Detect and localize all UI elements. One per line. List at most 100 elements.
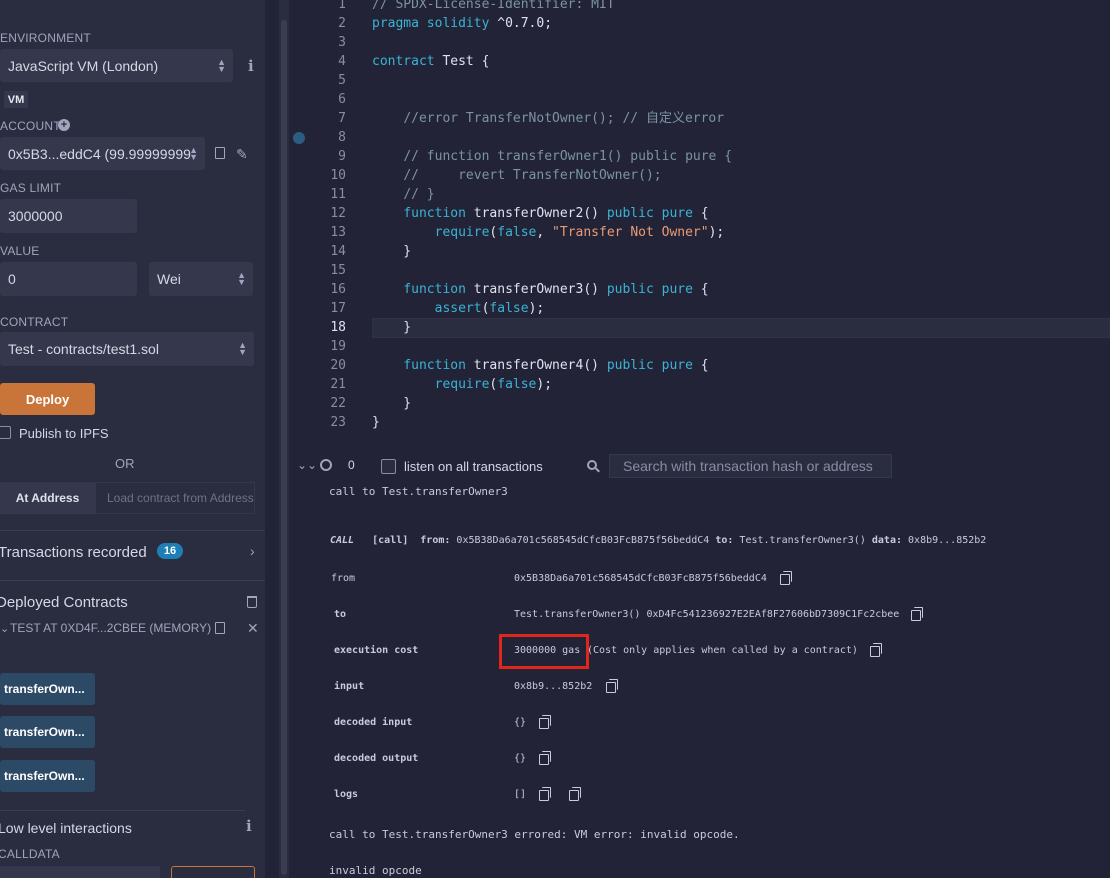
- code-line[interactable]: 18 }: [289, 318, 1110, 337]
- account-select[interactable]: 0x5B3...eddC4 (99.99999999 ▲ ▼: [0, 137, 205, 170]
- code-line[interactable]: 15: [289, 261, 1110, 280]
- trash-icon[interactable]: [247, 596, 257, 608]
- code-text: // }: [403, 187, 435, 202]
- function-button[interactable]: transferOwn...: [0, 673, 95, 705]
- code-line[interactable]: 9 // function transferOwner1() public pu…: [289, 147, 1110, 166]
- code-line[interactable]: 2 pragma solidity ^0.7.0;: [289, 14, 1110, 33]
- line-number: 23: [330, 415, 346, 430]
- deploy-button[interactable]: Deploy: [0, 383, 95, 415]
- copy-icon[interactable]: [569, 787, 581, 801]
- code-line[interactable]: 17 assert(false);: [289, 299, 1110, 318]
- close-icon[interactable]: ✕: [247, 620, 259, 636]
- value-input[interactable]: 0: [0, 262, 137, 296]
- chevron-down-icon[interactable]: ⌄: [0, 621, 9, 637]
- environment-select[interactable]: JavaScript VM (London) ▲ ▼: [0, 49, 233, 82]
- at-address-button[interactable]: At Address: [0, 482, 95, 514]
- code-line[interactable]: 21 require(false);: [289, 375, 1110, 394]
- code-text: contract Test {: [372, 54, 490, 69]
- transactions-recorded-label[interactable]: Transactions recorded: [0, 544, 147, 561]
- code-line[interactable]: 20 function transferOwner4() public pure…: [289, 356, 1110, 375]
- edit-icon[interactable]: ✎: [236, 146, 248, 162]
- line-number: 19: [330, 339, 346, 354]
- gas-limit-value: 3000000: [8, 208, 63, 224]
- tx-key: input: [334, 681, 365, 692]
- updown-icon: ▲ ▼: [238, 340, 247, 357]
- search-input[interactable]: Search with transaction hash or address: [609, 454, 892, 478]
- copy-icon[interactable]: [539, 715, 551, 729]
- code-line[interactable]: 14 }: [289, 242, 1110, 261]
- code-line[interactable]: 5: [289, 71, 1110, 90]
- tx-key: to: [334, 609, 347, 620]
- tx-value: []: [514, 789, 527, 800]
- run-panel: ENVIRONMENT JavaScript VM (London) ▲ ▼ i …: [0, 0, 265, 878]
- error-line: call to Test.transferOwner3 errored: VM …: [329, 828, 740, 841]
- code-line[interactable]: 1 // SPDX-License-Identifier: MIT: [289, 0, 1110, 14]
- code-line[interactable]: 11 // }: [289, 185, 1110, 204]
- call-to-value: Test.transferOwner3(): [739, 535, 866, 546]
- code-editor[interactable]: 1 // SPDX-License-Identifier: MIT 2 pragma …: [289, 0, 1110, 449]
- code-line[interactable]: 13 require(false, "Transfer Not Owner");: [289, 223, 1110, 242]
- line-number: 8: [338, 130, 346, 145]
- function-button[interactable]: transferOwn...: [0, 716, 95, 748]
- code-text: function transferOwner2() public pure {: [403, 206, 709, 221]
- tx-value: 0x8b9...852b2: [514, 681, 593, 692]
- divider: [0, 580, 265, 581]
- calldata-label: CALLDATA: [0, 847, 60, 861]
- line-number: 18: [330, 320, 346, 335]
- chevron-right-icon[interactable]: ›: [250, 543, 255, 559]
- tx-value: {}: [514, 753, 527, 764]
- add-account-icon[interactable]: +: [58, 119, 70, 131]
- code-line[interactable]: 23}: [289, 413, 1110, 432]
- listen-label: listen on all transactions: [404, 459, 543, 474]
- contract-select[interactable]: Test - contracts/test1.sol ▲ ▼: [0, 332, 254, 366]
- code-line[interactable]: 6: [289, 90, 1110, 109]
- copy-address-icon[interactable]: [215, 622, 225, 634]
- listen-checkbox[interactable]: [381, 459, 396, 474]
- call-kind: [call]: [372, 535, 409, 546]
- vm-badge: VM: [4, 91, 28, 108]
- line-number: 4: [338, 54, 346, 69]
- code-line[interactable]: 16 function transferOwner3() public pure…: [289, 280, 1110, 299]
- code-line[interactable]: 10 // revert TransferNotOwner();: [289, 166, 1110, 185]
- publish-ipfs-checkbox[interactable]: [0, 426, 11, 439]
- value-unit-select[interactable]: Wei ▲ ▼: [149, 262, 253, 296]
- code-text: }: [372, 396, 412, 411]
- copy-icon[interactable]: [606, 679, 618, 693]
- search-icon-handle: [595, 467, 600, 473]
- transact-button[interactable]: [171, 866, 255, 878]
- gas-limit-input[interactable]: 3000000: [0, 199, 137, 233]
- instance-title: TEST AT 0XD4F...2CBEE (MEMORY): [10, 621, 212, 635]
- copy-icon[interactable]: [911, 607, 923, 621]
- invalid-opcode-line: invalid opcode: [329, 864, 422, 877]
- tx-value: 0x5B38Da6a701c568545dCfcB03FcB875f56bedd…: [514, 573, 767, 584]
- copy-icon[interactable]: [870, 643, 882, 657]
- code-line[interactable]: 22 }: [289, 394, 1110, 413]
- copy-icon[interactable]: [539, 751, 551, 765]
- sidebar-scrollbar[interactable]: [279, 0, 289, 878]
- function-button[interactable]: transferOwn...: [0, 760, 95, 792]
- deployed-contracts-label: Deployed Contracts: [0, 594, 128, 611]
- call-tag: CALL: [330, 535, 355, 546]
- code-line[interactable]: 7 //error TransferNotOwner(); // 自定义erro…: [289, 109, 1110, 128]
- code-line[interactable]: 19: [289, 337, 1110, 356]
- collapse-icon[interactable]: ⌄⌄: [297, 458, 317, 472]
- info-icon[interactable]: i: [248, 58, 254, 74]
- calldata-input[interactable]: [0, 866, 160, 878]
- code-line[interactable]: 4 contract Test {: [289, 52, 1110, 71]
- clear-icon[interactable]: [320, 459, 332, 471]
- code-line[interactable]: 3: [289, 33, 1110, 52]
- value-amount: 0: [8, 271, 16, 287]
- gas-limit-label: GAS LIMIT: [0, 181, 62, 195]
- call-summary[interactable]: CALL [call] from: 0x5B38Da6a701c568545dC…: [330, 535, 986, 546]
- copy-icon[interactable]: [539, 787, 551, 801]
- info-icon[interactable]: i: [246, 818, 252, 834]
- line-number: 22: [330, 396, 346, 411]
- code-line[interactable]: 8: [289, 128, 1110, 147]
- terminal-toolbar: ⌄⌄ 0 listen on all transactions Search w…: [289, 452, 1110, 482]
- load-contract-input[interactable]: Load contract from Address: [95, 482, 255, 514]
- copy-icon[interactable]: [780, 571, 792, 585]
- line-number: 5: [338, 73, 346, 88]
- code-text: }: [372, 244, 412, 259]
- copy-account-icon[interactable]: [215, 147, 225, 159]
- code-line[interactable]: 12 function transferOwner2() public pure…: [289, 204, 1110, 223]
